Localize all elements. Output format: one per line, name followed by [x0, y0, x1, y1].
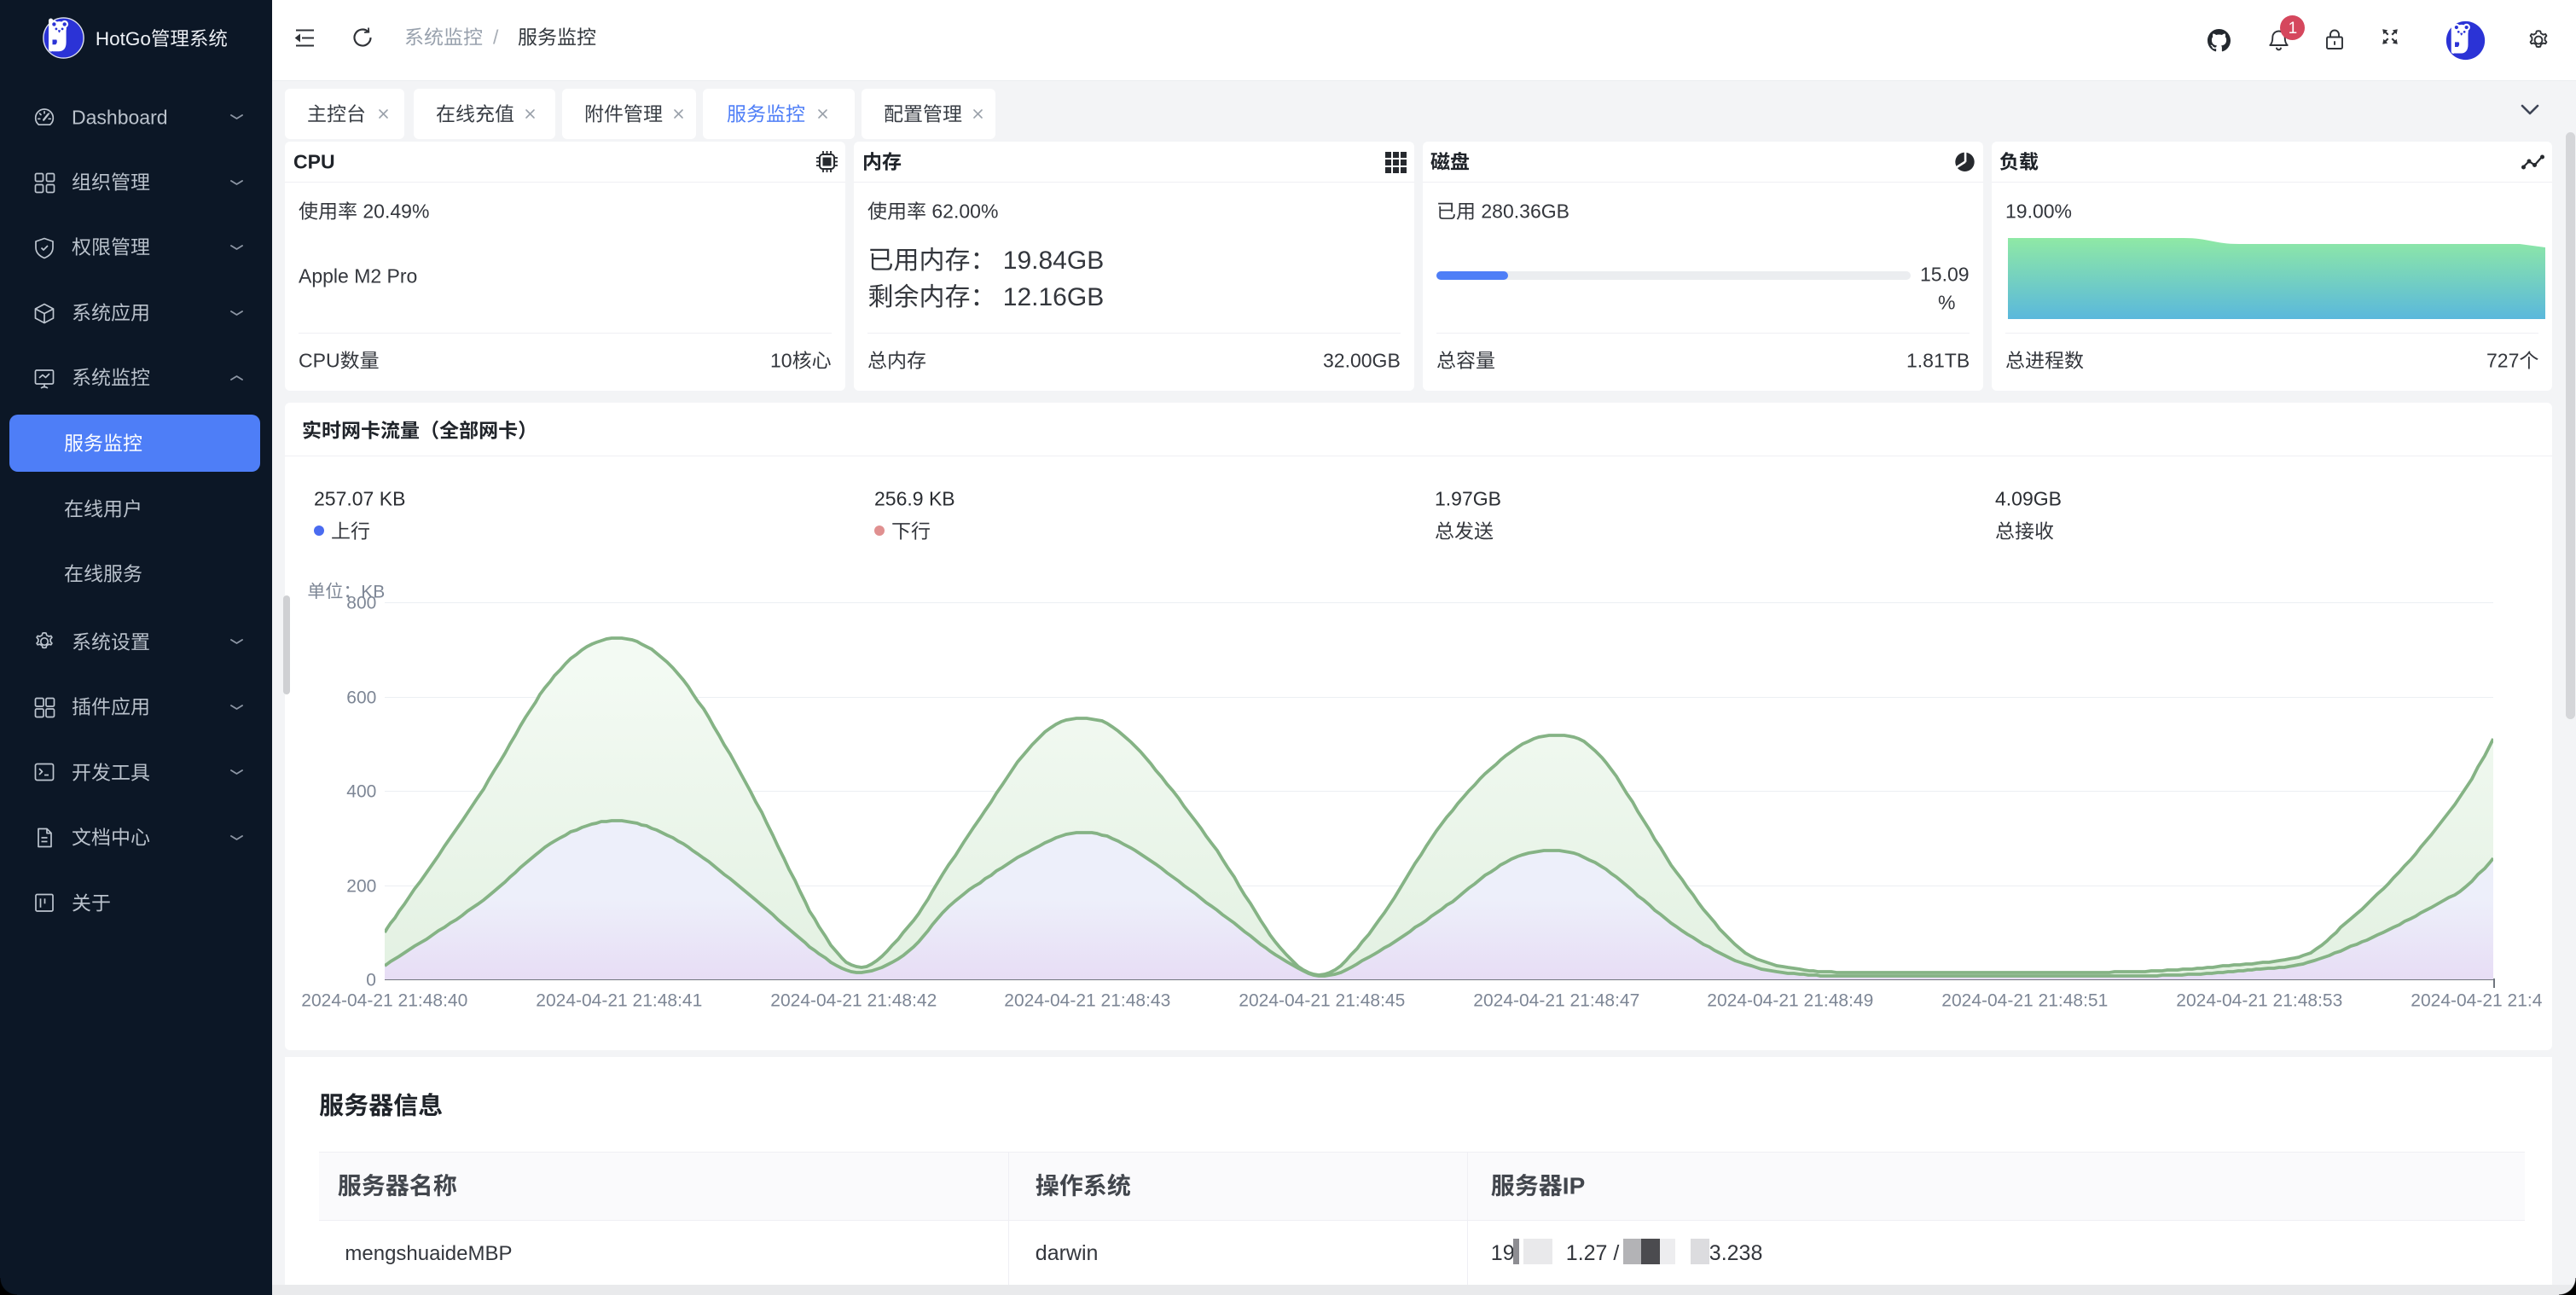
- svg-text:2024-04-21 21:48:41: 2024-04-21 21:48:41: [536, 990, 702, 1010]
- svg-text:2024-04-21 21:48:43: 2024-04-21 21:48:43: [1005, 990, 1171, 1010]
- svg-text:CPU: CPU: [299, 350, 340, 372]
- svg-text:Apple M2 Pro: Apple M2 Pro: [299, 265, 417, 287]
- svg-text:%: %: [1938, 292, 1955, 314]
- svg-text:256.9 KB: 256.9 KB: [874, 487, 955, 509]
- svg-text:IP: IP: [1563, 1173, 1585, 1199]
- svg-text:12.16GB: 12.16GB: [1002, 283, 1103, 311]
- svg-text:darwin: darwin: [1036, 1241, 1099, 1265]
- svg-text:62.00%: 62.00%: [931, 200, 998, 223]
- svg-text:mengshuaideMBP: mengshuaideMBP: [345, 1241, 512, 1264]
- svg-text:10: 10: [770, 350, 792, 372]
- svg-text:19: 19: [1491, 1241, 1515, 1265]
- svg-text:15.09: 15.09: [1920, 264, 1970, 286]
- svg-text:32.00GB: 32.00GB: [1323, 350, 1401, 372]
- svg-text:2024-04-21 21:48:40: 2024-04-21 21:48:40: [301, 990, 467, 1010]
- svg-text:727: 727: [2486, 350, 2519, 372]
- svg-text:2024-04-21 21:4: 2024-04-21 21:4: [2411, 990, 2542, 1010]
- svg-text:2024-04-21 21:48:51: 2024-04-21 21:48:51: [1941, 990, 2108, 1010]
- svg-text:2024-04-21 21:48:49: 2024-04-21 21:48:49: [1708, 990, 1874, 1010]
- svg-text:257.07 KB: 257.07 KB: [314, 487, 405, 509]
- svg-text:20.49%: 20.49%: [363, 200, 429, 223]
- svg-text:600: 600: [346, 688, 376, 707]
- svg-text:1: 1: [2289, 20, 2298, 38]
- svg-text:3.238: 3.238: [1709, 1241, 1763, 1265]
- svg-text:800: 800: [346, 593, 376, 613]
- svg-text:2024-04-21 21:48:53: 2024-04-21 21:48:53: [2176, 990, 2342, 1010]
- svg-text:/: /: [493, 26, 499, 49]
- svg-text:1.81TB: 1.81TB: [1906, 350, 1970, 372]
- svg-text:1.27 /: 1.27 /: [1566, 1241, 1620, 1265]
- svg-text:19.84GB: 19.84GB: [1002, 247, 1103, 275]
- svg-text:2024-04-21 21:48:42: 2024-04-21 21:48:42: [770, 990, 937, 1010]
- svg-text:CPU: CPU: [293, 151, 335, 173]
- svg-text:4.09GB: 4.09GB: [1995, 487, 2062, 509]
- svg-text:400: 400: [346, 781, 376, 801]
- svg-text:1.97GB: 1.97GB: [1435, 487, 1501, 509]
- svg-text:19.00%: 19.00%: [2005, 200, 2072, 223]
- svg-text:2024-04-21 21:48:45: 2024-04-21 21:48:45: [1239, 990, 1405, 1010]
- svg-text:HotGo: HotGo: [96, 28, 151, 49]
- svg-text:2024-04-21 21:48:47: 2024-04-21 21:48:47: [1473, 990, 1639, 1010]
- svg-text:Dashboard: Dashboard: [72, 106, 168, 128]
- svg-text:280.36GB: 280.36GB: [1481, 200, 1569, 223]
- svg-text:200: 200: [346, 876, 376, 896]
